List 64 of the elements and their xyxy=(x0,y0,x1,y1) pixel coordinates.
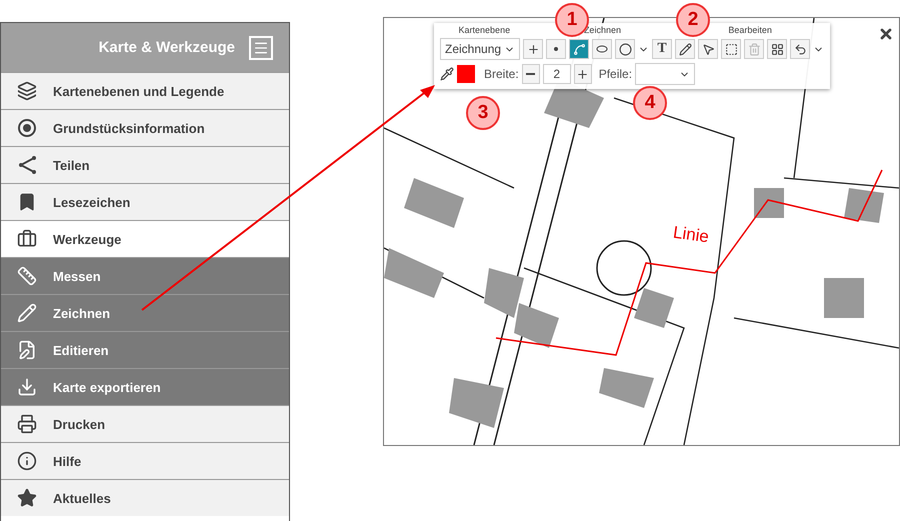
plus-icon xyxy=(576,68,590,80)
circle-tool-button[interactable] xyxy=(615,39,636,59)
text-tool-button[interactable]: T xyxy=(652,39,672,59)
group-label: Zeichnen xyxy=(582,25,622,35)
export-icon xyxy=(17,377,37,397)
color-swatch[interactable] xyxy=(457,65,475,83)
pencil-icon xyxy=(678,42,692,56)
group-label: Kartenebene xyxy=(458,25,512,35)
increase-button[interactable] xyxy=(574,64,592,84)
share-icon xyxy=(17,155,37,175)
polygon-icon xyxy=(596,45,608,53)
undo-icon xyxy=(794,42,807,56)
menu-icon xyxy=(253,40,269,56)
circle-icon xyxy=(618,42,632,56)
add-button[interactable] xyxy=(523,39,544,59)
plus-icon xyxy=(526,42,540,56)
menu-item[interactable]: Aktuelles xyxy=(1,479,289,516)
minus-icon xyxy=(526,73,536,75)
group-label: Bearbeiten xyxy=(727,25,773,35)
select-tool-button[interactable] xyxy=(698,39,718,59)
toolbox-icon xyxy=(17,229,37,249)
menu-item[interactable]: Teilen xyxy=(1,146,289,183)
undo-button[interactable] xyxy=(790,39,810,59)
menu-item[interactable]: Zeichnen xyxy=(1,294,289,331)
menu-item[interactable]: Editieren xyxy=(1,331,289,368)
menu-item[interactable]: Grundstücksinformation xyxy=(1,109,289,146)
line-icon xyxy=(572,42,586,56)
pointer-icon xyxy=(702,42,715,56)
width-field[interactable]: 2 xyxy=(542,64,571,84)
menu-item[interactable]: Kartenebenen und Legende xyxy=(1,72,289,109)
printer-icon xyxy=(17,414,37,434)
menu-item[interactable]: Messen xyxy=(1,257,289,294)
line-tool-button[interactable] xyxy=(569,39,590,59)
star-icon xyxy=(17,488,37,508)
edit-icon xyxy=(17,340,37,360)
menu-item[interactable]: Karte exportieren xyxy=(1,368,289,405)
layer-select[interactable]: Zeichnung xyxy=(440,38,520,60)
trash-icon xyxy=(748,42,761,56)
pipette-icon[interactable] xyxy=(440,67,454,81)
dot-icon xyxy=(554,47,558,51)
menu-item[interactable]: Hilfe xyxy=(1,442,289,479)
menu-item[interactable]: Drucken xyxy=(1,405,289,442)
target-icon xyxy=(17,118,37,138)
sidebar-title: Karte & Werkzeuge xyxy=(98,39,235,56)
close-button[interactable] xyxy=(878,26,894,42)
grid-icon xyxy=(770,42,784,56)
line-label: Linie xyxy=(672,222,710,248)
ruler-icon xyxy=(17,266,37,286)
vertex-tool-button[interactable] xyxy=(721,39,742,59)
width-label: Breite: xyxy=(484,67,519,81)
pen-tool-button[interactable] xyxy=(675,39,696,59)
callout-number: 2 xyxy=(676,3,710,37)
decrease-button[interactable] xyxy=(522,64,540,84)
pencil-icon xyxy=(17,303,37,323)
layers-icon xyxy=(17,81,37,101)
grid-button[interactable] xyxy=(767,39,788,59)
polygon-tool-button[interactable] xyxy=(592,39,612,59)
close-icon xyxy=(878,26,894,42)
menu-button[interactable] xyxy=(249,36,273,60)
dashed-square-icon xyxy=(724,42,738,56)
info-icon xyxy=(17,451,37,471)
menu-item[interactable]: Lesezeichen xyxy=(1,183,289,220)
arrows-label: Pfeile: xyxy=(598,67,632,81)
point-tool-button[interactable] xyxy=(546,39,566,59)
